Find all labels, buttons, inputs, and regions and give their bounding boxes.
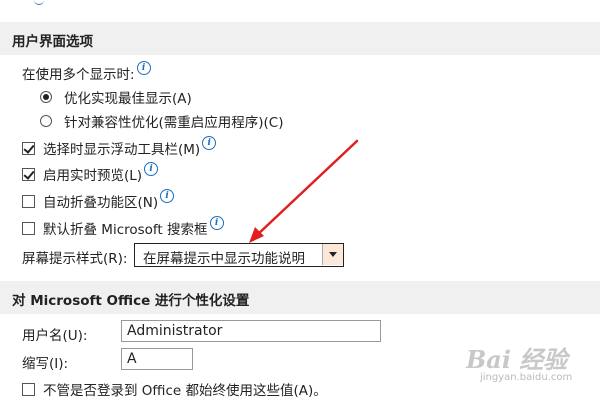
checkbox-label: 不管是否登录到 Office 都始终使用这些值(A)。 [43,383,327,399]
initials-input[interactable]: A [121,348,193,370]
watermark-url: jingyan.baidu.com [480,372,573,383]
initials-label: 缩写(I): [22,356,69,372]
baidu-watermark: Bai 经验 jingyan.baidu.com [466,340,596,390]
watermark-logo: Bai 经验 [466,345,568,374]
section-header-personalize: 对 Microsoft Office 进行个性化设置 [0,281,600,314]
username-label: 用户名(U): [22,328,88,344]
checkbox[interactable] [22,382,35,396]
arrow-shaft [254,139,359,238]
username-input[interactable]: Administrator [121,320,381,342]
section-title-personalize: 对 Microsoft Office 进行个性化设置 [12,293,250,309]
username-value: Administrator [127,323,223,339]
checkbox-row-always-use[interactable]: 不管是否登录到 Office 都始终使用这些值(A)。 [22,379,327,399]
initials-value: A [127,351,137,367]
initials-label-row: 缩写(I): [22,352,68,372]
username-label-row: 用户名(U): [22,324,87,344]
